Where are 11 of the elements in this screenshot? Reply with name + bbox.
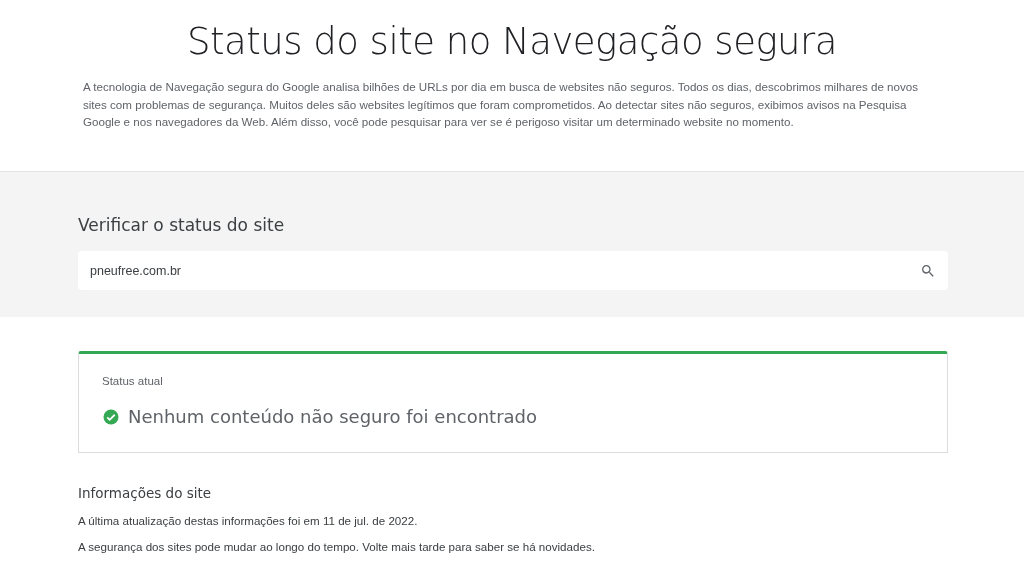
info-text: A última atualização destas informações foi em 11 de jul. de 2022. (78, 513, 419, 530)
info-text: A segurança dos sites pode mudar ao longo do tempo. Volte mais tarde para saber se há novidades. (78, 539, 596, 556)
status-message: Nenhum conteúdo não seguro foi encontrado (128, 405, 538, 430)
search-icon[interactable] (920, 263, 936, 279)
search-field[interactable]: pneufree.com.br (78, 251, 948, 290)
status-label: Status atual (102, 374, 164, 389)
intro-paragraph: A tecnologia de Navegação segura do Google analisa bilhões de URLs por dia em busca de websites não seguros. Todos os dias, descobrimos milhares de novos sites com problemas de segurança. Muitos deles são websites legítimos que foram comprometidos. Ao detectar sites não seguros, exibimos avisos na Pesquisa Google e nos navegadores da Web. Além disso, você pode pesquisar para ver se é perigoso visitar um determinado website no momento. (83, 79, 920, 130)
section-heading: Informações do site (78, 484, 213, 503)
check-circle-icon (102, 407, 120, 426)
page-title: Status do site no Navegação segura (187, 20, 837, 64)
section-heading: Verificar o status do site (78, 214, 286, 236)
